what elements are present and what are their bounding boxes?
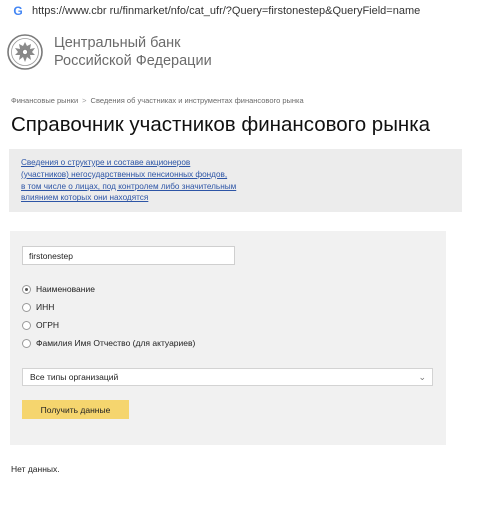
google-g-icon: G [13, 4, 23, 18]
shareholders-info-link[interactable]: Сведения о структуре и составе акционеро… [21, 157, 236, 204]
breadcrumb-item-finmarkets[interactable]: Финансовые рынки [11, 96, 78, 105]
breadcrumb-item-participants[interactable]: Сведения об участниках и инструментах фи… [91, 96, 304, 105]
radio-option-fio[interactable]: Фамилия Имя Отчество (для актуариев) [22, 338, 195, 348]
radio-button[interactable] [22, 320, 31, 330]
radio-button-checked[interactable] [22, 284, 31, 294]
radio-label-ogrn: ОГРН [36, 320, 60, 330]
radio-option-ogrn[interactable]: ОГРН [22, 320, 59, 330]
search-input[interactable] [22, 246, 235, 265]
select-value: Все типы организаций [30, 372, 119, 382]
radio-label-fio: Фамилия Имя Отчество (для актуариев) [36, 338, 196, 348]
get-data-button[interactable]: Получить данные [22, 400, 129, 419]
radio-label-inn: ИНН [36, 302, 55, 312]
organization-type-select[interactable]: Все типы организаций ⌄ [22, 368, 433, 386]
bank-name[interactable]: Центральный банк Российской Федерации [54, 34, 212, 70]
search-form: Наименование ИНН ОГРН Фамилия Имя Отчест… [10, 231, 446, 445]
radio-option-name[interactable]: Наименование [22, 284, 95, 294]
breadcrumb: Финансовые рынки > Сведения об участниках … [11, 96, 304, 105]
radio-label-name: Наименование [36, 284, 95, 294]
info-panel: Сведения о структуре и составе акционеро… [9, 149, 462, 212]
browser-address-bar[interactable]: G https://www.cbr ru/finmarket/nfo/cat_u… [0, 0, 480, 24]
radio-option-inn[interactable]: ИНН [22, 302, 54, 312]
page-title: Справочник участников финансового рынка [11, 113, 431, 136]
cbr-eagle-emblem-icon[interactable] [6, 33, 44, 71]
radio-button[interactable] [22, 302, 31, 312]
bank-name-line1: Центральный банк [54, 35, 181, 51]
breadcrumb-separator-icon: > [82, 96, 87, 105]
bank-name-line2: Российской Федерации [54, 53, 212, 69]
radio-button[interactable] [22, 338, 31, 348]
url-text[interactable]: https://www.cbr ru/finmarket/nfo/cat_ufr… [32, 5, 420, 17]
no-data-message: Нет данных. [11, 464, 60, 474]
chevron-down-icon: ⌄ [418, 372, 426, 382]
